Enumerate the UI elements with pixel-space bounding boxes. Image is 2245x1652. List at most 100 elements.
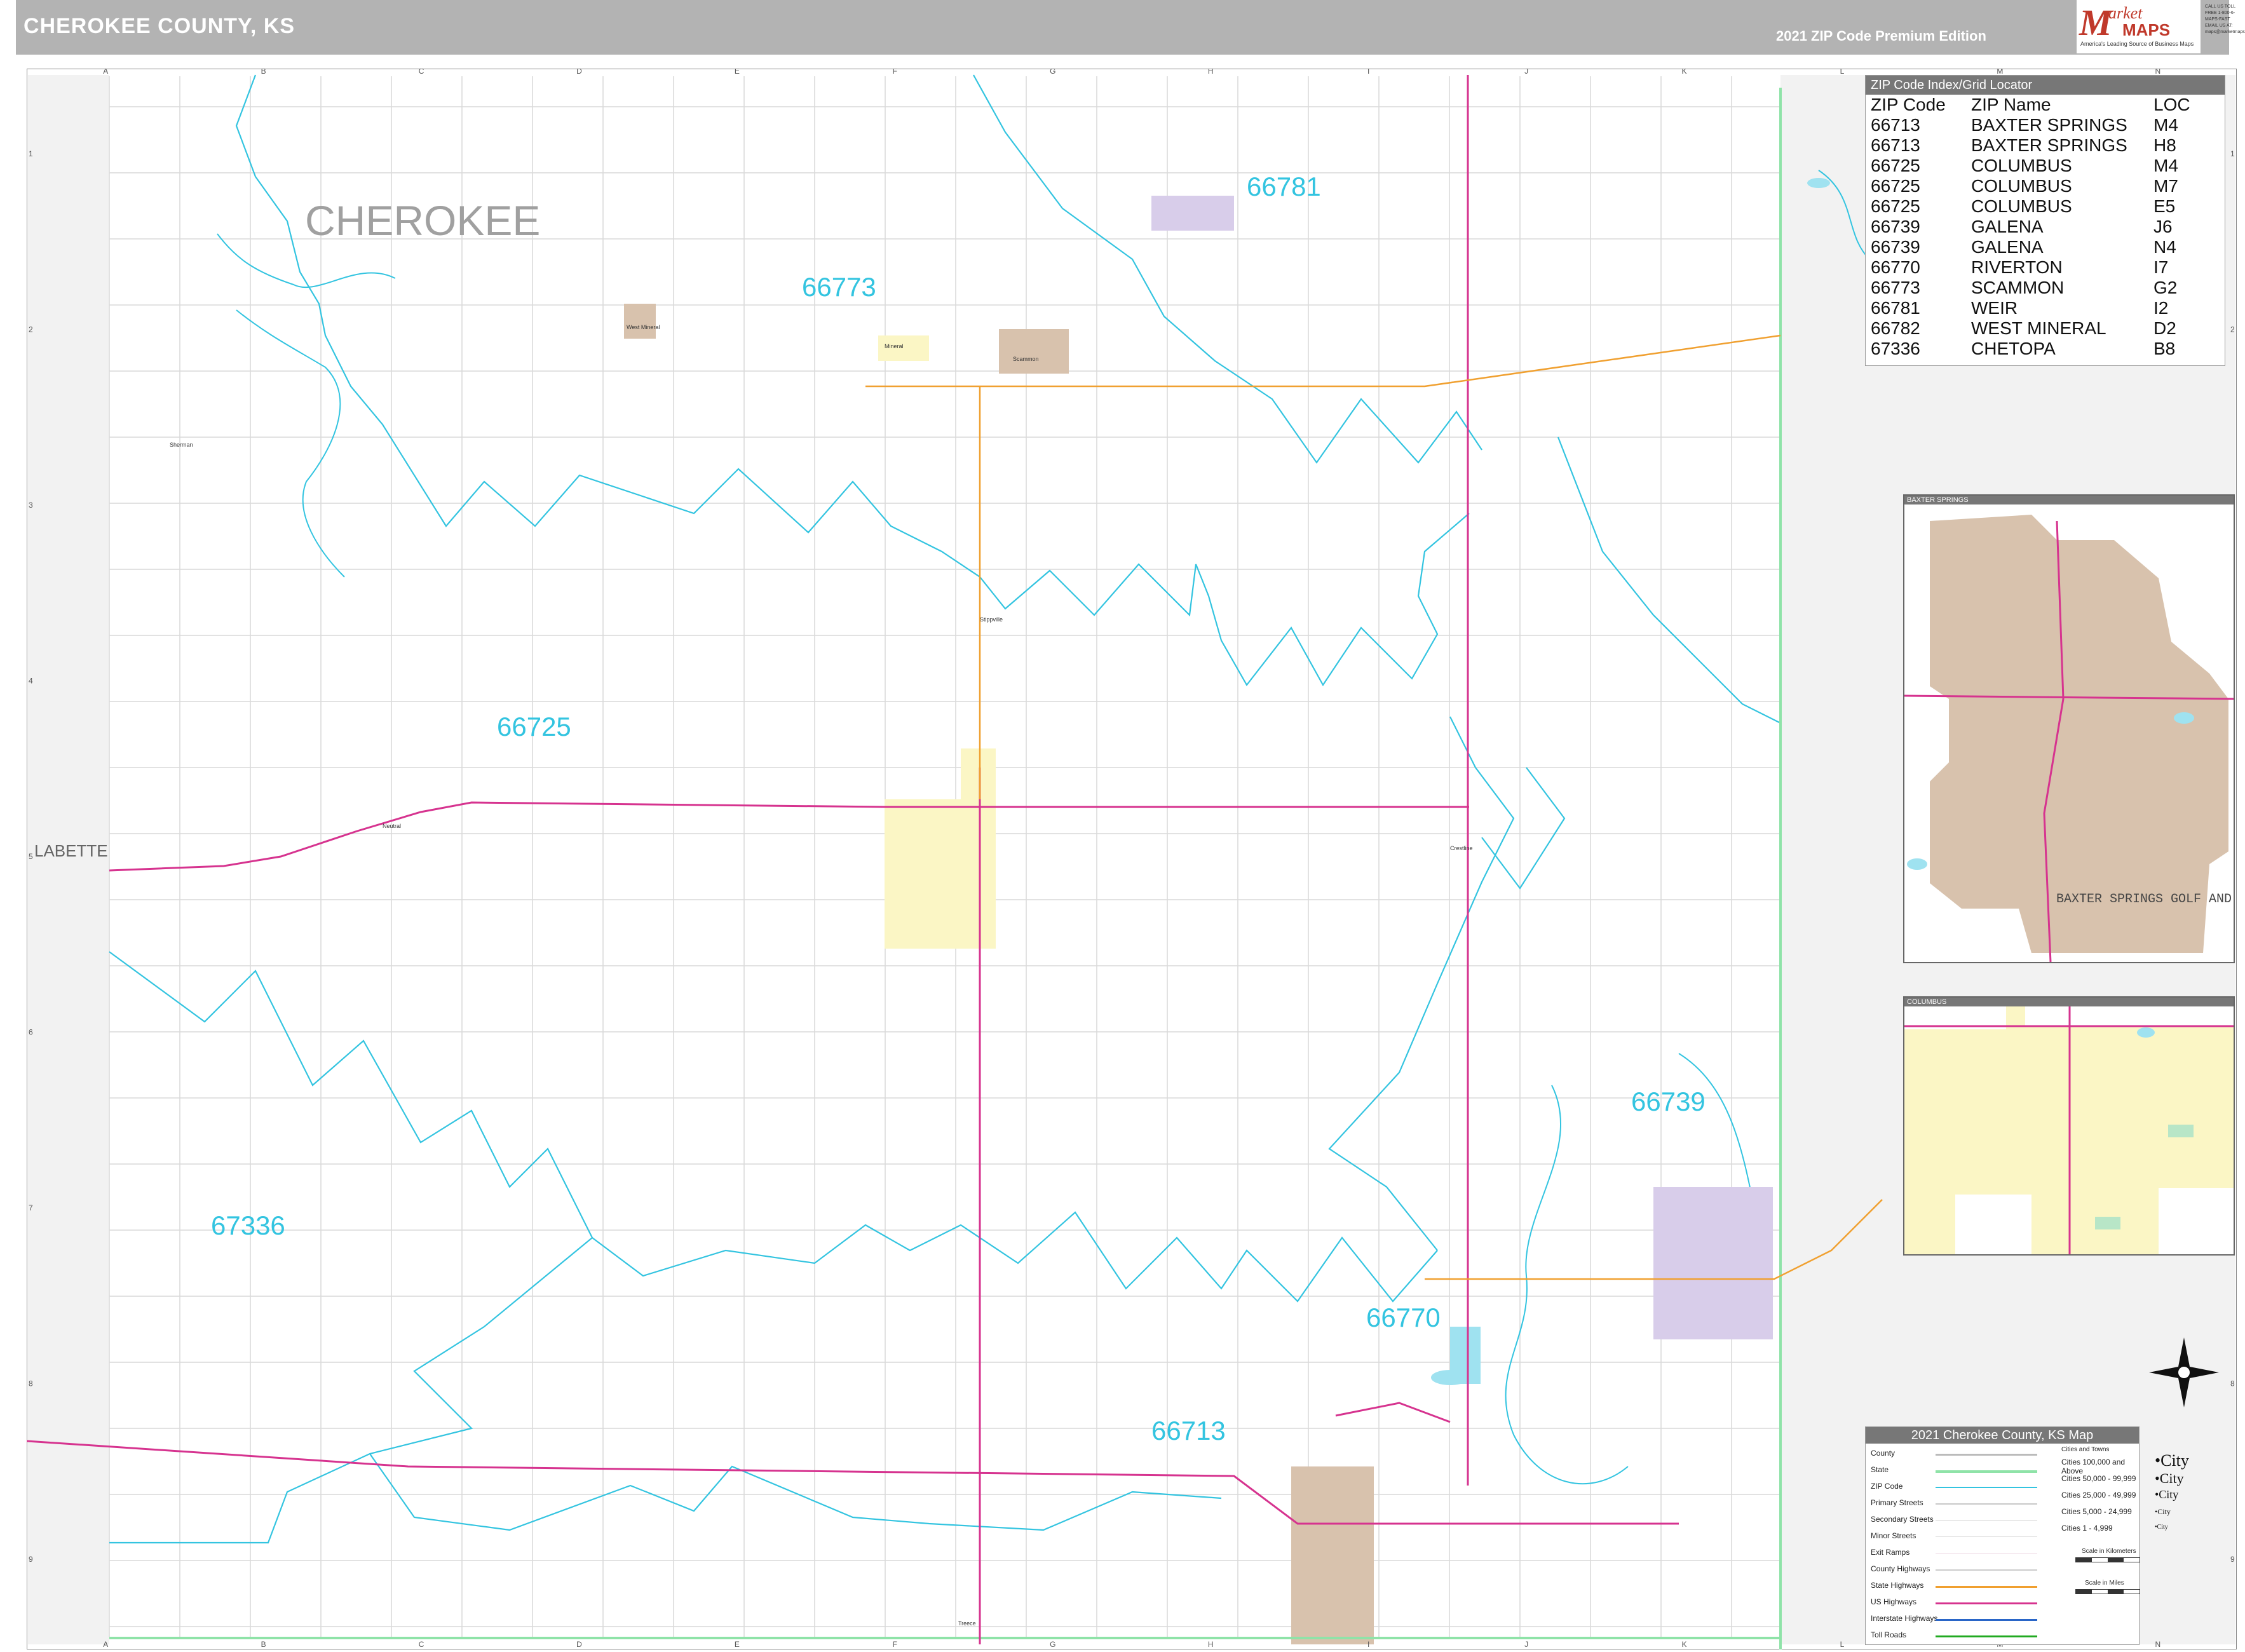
loc-cell: I2 (2153, 298, 2169, 318)
contact-info: CALL US TOLL FREE 1-800-6-MAPS-FAST EMAI… (2205, 4, 2245, 34)
zip-label-66781[interactable]: 66781 (1247, 172, 1321, 201)
loc-cell: N4 (2153, 237, 2176, 257)
grid-column-label: K (1681, 69, 1686, 76)
town-label-mineral: Mineral (885, 343, 904, 349)
zip-cell: 66781 (1871, 298, 1920, 318)
legend-city-class-2: Cities 50,000 - 99,999 (2061, 1474, 2136, 1483)
table-row[interactable]: 66781 WEIR I2 (1871, 298, 2190, 318)
grid-row-label: 8 (2230, 1379, 2235, 1388)
legend-sym-primary (1936, 1503, 2037, 1505)
table-row[interactable]: 66739 GALENA N4 (1871, 237, 2190, 257)
table-row[interactable]: 66713 BAXTER SPRINGS M4 (1871, 115, 2190, 135)
table-row[interactable]: 67336 CHETOPA B8 (1871, 339, 2190, 359)
zip-name-cell: BAXTER SPRINGS (1971, 115, 2127, 135)
map-title: CHEROKEE COUNTY, KS (24, 14, 295, 38)
loc-cell: I7 (2153, 257, 2169, 277)
zip-index-header: ZIP Code ZIP Name LOC (1871, 95, 2190, 115)
baxter-springs-area (1291, 1466, 1374, 1644)
scale-mi-label: Scale in Miles (2085, 1580, 2124, 1587)
legend-item-toll: Toll Roads (1871, 1630, 1907, 1639)
grid-column-label: I (1367, 1640, 1369, 1649)
weir-area (1151, 196, 1234, 231)
zip-label-66739[interactable]: 66739 (1631, 1087, 1706, 1116)
legend-city-class-5: Cities 1 - 4,999 (2061, 1524, 2113, 1533)
legend-item-state-hwy: State Highways (1871, 1581, 1924, 1590)
table-row[interactable]: 66725 COLUMBUS M4 (1871, 156, 2190, 176)
legend-sym-state (1936, 1470, 2037, 1473)
legend-city-sample-5: •City (2155, 1524, 2168, 1531)
loc-cell: M4 (2153, 156, 2178, 175)
legend-city-sample-3: •City (2155, 1488, 2179, 1501)
legend-item-secondary: Secondary Streets (1871, 1515, 1934, 1524)
legend-sym-county-hwy (1936, 1569, 2037, 1571)
grid-row-label: 4 (29, 677, 33, 686)
grid-row-label: 1 (29, 149, 33, 158)
zip-name-cell: GALENA (1971, 217, 2044, 236)
loc-cell: M7 (2153, 176, 2178, 196)
grid-column-label: A (103, 1640, 108, 1649)
zip-name-cell: CHETOPA (1971, 339, 2056, 358)
zip-cell: 66725 (1871, 156, 1920, 175)
legend-city-class-3: Cities 25,000 - 49,999 (2061, 1491, 2136, 1500)
logo-tagline: America's Leading Source of Business Map… (2080, 41, 2194, 47)
grid-column-label: A (103, 69, 108, 76)
grid-column-label: K (1681, 1640, 1686, 1649)
loc-cell: M4 (2153, 115, 2178, 135)
legend-item-minor: Minor Streets (1871, 1531, 1916, 1540)
zip-cell: 66713 (1871, 115, 1920, 135)
zip-label-66773[interactable]: 66773 (802, 272, 876, 302)
grid-column-label: E (735, 69, 740, 76)
zip-cell: 66782 (1871, 318, 1920, 338)
legend-city-sample-2: •City (2155, 1470, 2184, 1486)
table-row[interactable]: 66782 WEST MINERAL D2 (1871, 318, 2190, 339)
table-row[interactable]: 66739 GALENA J6 (1871, 217, 2190, 237)
columbus-inset[interactable]: COLUMBUS (1903, 996, 2235, 1256)
zip-cell: 66773 (1871, 278, 1920, 297)
grid-column-label: H (1208, 69, 1214, 76)
grid-column-label: L (1840, 1640, 1845, 1649)
table-row[interactable]: 66725 COLUMBUS E5 (1871, 196, 2190, 217)
zip-name-cell: RIVERTON (1971, 257, 2063, 277)
loc-cell: B8 (2153, 339, 2176, 358)
neighbor-county-label: LABETTE (34, 841, 108, 860)
zip-cell: 66713 (1871, 135, 1920, 155)
legend-sym-exit (1936, 1553, 2037, 1554)
scale-mi-bar (2075, 1589, 2140, 1594)
scale-km-bar (2075, 1557, 2140, 1562)
legend-sym-interstate (1936, 1619, 2037, 1621)
table-row[interactable]: 66713 BAXTER SPRINGS H8 (1871, 135, 2190, 156)
grid-row-label: 3 (29, 501, 33, 510)
zip-cell: 66739 (1871, 217, 1920, 236)
grid-row-label: 9 (2230, 1555, 2235, 1564)
baxter-inset-map: BAXTER SPRINGS GOLF AND CC (1904, 515, 2234, 962)
legend-city-class-4: Cities 5,000 - 24,999 (2061, 1507, 2132, 1516)
legend-sym-state-hwy (1936, 1586, 2037, 1588)
table-row[interactable]: 66773 SCAMMON G2 (1871, 278, 2190, 298)
loc-cell: E5 (2153, 196, 2176, 216)
legend-city-sample-4: •City (2155, 1507, 2171, 1516)
baxter-springs-inset[interactable]: BAXTER SPRINGS BAXTER SPRINGS GOLF AND C… (1903, 494, 2235, 963)
loc-cell: J6 (2153, 217, 2173, 236)
zip-label-66713[interactable]: 66713 (1151, 1416, 1226, 1446)
scale-km-label: Scale in Kilometers (2082, 1548, 2136, 1555)
town-label-neutral: Neutral (383, 823, 401, 829)
grid-column-label: B (261, 69, 266, 76)
table-row[interactable]: 66770 RIVERTON I7 (1871, 257, 2190, 278)
legend-city-class-1: Cities 100,000 and Above (2061, 1458, 2126, 1475)
zip-name-cell: COLUMBUS (1971, 156, 2072, 175)
grid-column-label: F (893, 69, 897, 76)
grid-column-label: J (1524, 1640, 1528, 1649)
grid-column-label: N (2155, 1640, 2160, 1649)
spring-river-lake (1450, 1327, 1481, 1384)
zip-cell: 66770 (1871, 257, 1920, 277)
zip-name-cell: WEST MINERAL (1971, 318, 2106, 338)
zip-label-67336[interactable]: 67336 (211, 1210, 285, 1240)
edition-label: 2021 ZIP Code Premium Edition (1776, 28, 1986, 44)
market-maps-logo: M arket MAPS America's Leading Source of… (2077, 0, 2201, 53)
grid-column-label: F (893, 1640, 897, 1649)
zip-label-66725[interactable]: 66725 (497, 712, 571, 741)
table-row[interactable]: 66725 COLUMBUS M7 (1871, 176, 2190, 196)
zip-label-66770[interactable]: 66770 (1366, 1303, 1441, 1332)
grid-column-label: G (1050, 1640, 1055, 1649)
zip-cell: 67336 (1871, 339, 1920, 358)
